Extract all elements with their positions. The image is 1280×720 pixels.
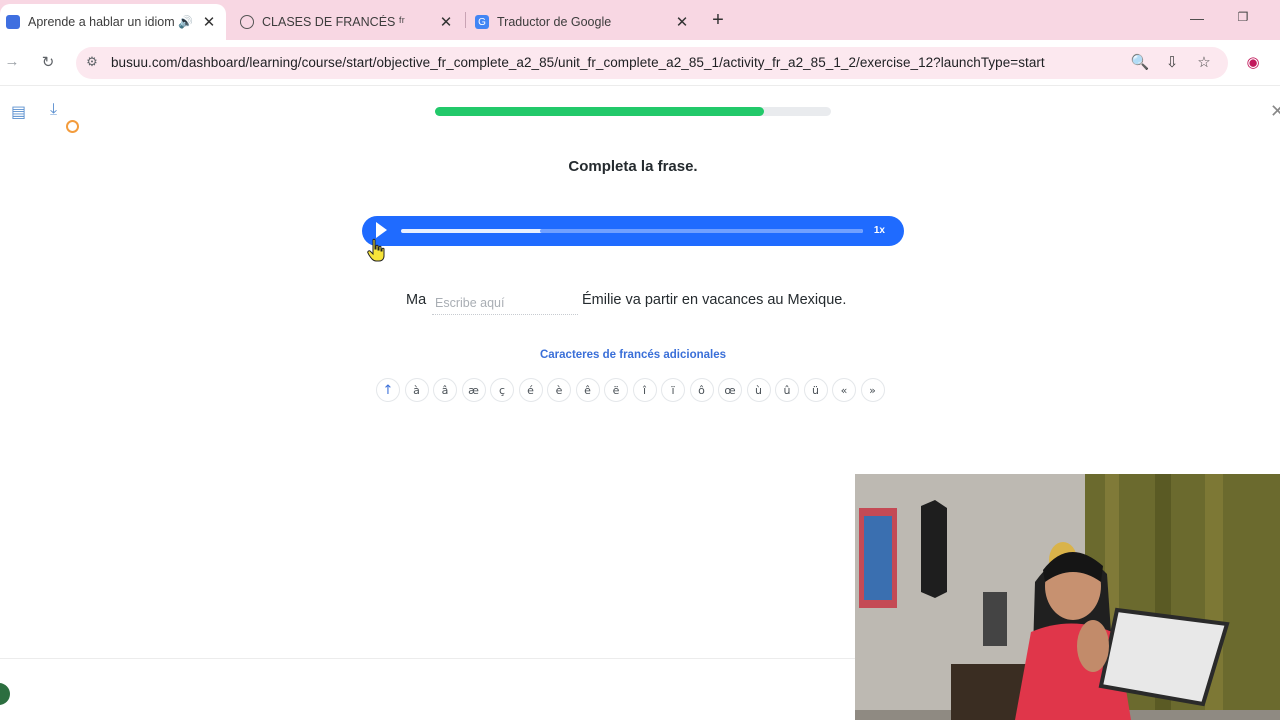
close-tab-icon[interactable]: ✕ bbox=[201, 13, 217, 31]
answer-input[interactable] bbox=[432, 291, 578, 315]
download-icon[interactable]: ⤓ bbox=[50, 101, 57, 119]
browser-toolbar: → ↻ ⚙ busuu.com/dashboard/learning/cours… bbox=[0, 40, 1280, 86]
tune-icon[interactable]: ⚙ bbox=[84, 54, 100, 70]
char-key[interactable]: ë bbox=[604, 378, 628, 402]
playback-speed-button[interactable]: 1x bbox=[874, 225, 885, 236]
chatgpt-favicon-icon bbox=[240, 15, 254, 29]
star-icon[interactable]: ☆ bbox=[1194, 53, 1214, 71]
char-key[interactable]: û bbox=[775, 378, 799, 402]
calendar-icon[interactable]: ▤ bbox=[11, 102, 26, 122]
sentence-start: Ma bbox=[406, 292, 427, 308]
tab-separator bbox=[465, 12, 466, 28]
audio-remaining bbox=[539, 229, 863, 233]
restore-icon[interactable]: ❐ bbox=[1235, 10, 1251, 24]
char-key[interactable]: ï bbox=[661, 378, 685, 402]
char-key[interactable]: ê bbox=[575, 378, 600, 402]
webcam-overlay bbox=[855, 474, 1280, 720]
extra-characters-title: Caracteres de francés adicionales bbox=[539, 349, 727, 361]
close-lesson-icon[interactable]: ✕ bbox=[1270, 101, 1280, 122]
char-key[interactable]: « bbox=[832, 378, 856, 402]
profile-icon[interactable]: ◉ bbox=[1244, 53, 1262, 71]
google-translate-favicon-icon: G bbox=[475, 15, 489, 29]
tab-clases-frances[interactable]: CLASES DE FRANCÉS ᶠʳ ✕ bbox=[240, 4, 466, 40]
char-key[interactable]: ç bbox=[490, 378, 514, 402]
lesson-progress-fill bbox=[435, 107, 764, 116]
sentence-end: Émilie va partir en vacances au Mexique. bbox=[582, 292, 847, 308]
char-key[interactable]: è bbox=[547, 378, 571, 402]
tab-title: Traductor de Google bbox=[497, 15, 612, 29]
char-key[interactable]: » bbox=[860, 378, 885, 402]
audio-player[interactable]: 1x bbox=[362, 216, 904, 246]
shift-arrow-up-icon[interactable]: ↑ bbox=[376, 378, 400, 402]
char-key[interactable]: é bbox=[518, 378, 543, 402]
char-key[interactable]: â bbox=[433, 378, 457, 402]
footer-divider bbox=[0, 658, 855, 659]
address-bar[interactable]: ⚙ busuu.com/dashboard/learning/course/st… bbox=[76, 47, 1228, 79]
tab-busuu[interactable]: Aprende a hablar un idioma 🔊 ✕ bbox=[0, 4, 226, 40]
browser-tab-strip: Aprende a hablar un idioma 🔊 ✕ CLASES DE… bbox=[0, 0, 1280, 40]
audio-progress-track[interactable] bbox=[401, 229, 863, 233]
help-chat-icon[interactable] bbox=[0, 683, 10, 705]
char-key[interactable]: ù bbox=[746, 378, 771, 402]
url-text[interactable]: busuu.com/dashboard/learning/course/star… bbox=[111, 55, 1045, 70]
play-icon[interactable] bbox=[376, 222, 387, 238]
close-tab-icon[interactable]: ✕ bbox=[674, 13, 690, 31]
close-tab-icon[interactable]: ✕ bbox=[438, 13, 454, 31]
char-key[interactable]: ü bbox=[803, 378, 828, 402]
tab-traductor[interactable]: G Traductor de Google ✕ bbox=[475, 4, 701, 40]
busuu-favicon-icon bbox=[6, 15, 20, 29]
minimize-icon[interactable]: — bbox=[1189, 10, 1205, 26]
speaker-icon[interactable]: 🔊 bbox=[178, 15, 193, 29]
tab-title: Aprende a hablar un idioma bbox=[28, 15, 174, 29]
char-key[interactable]: à bbox=[404, 378, 429, 402]
download-badge-icon bbox=[66, 120, 79, 133]
new-tab-icon[interactable]: + bbox=[709, 9, 727, 32]
char-key[interactable]: ô bbox=[689, 378, 714, 402]
arrow-left-icon[interactable]: → bbox=[3, 53, 21, 70]
tab-title: CLASES DE FRANCÉS ᶠʳ bbox=[262, 15, 405, 29]
exercise-instruction: Completa la frase. bbox=[568, 158, 698, 175]
extra-characters-keyboard: ↑ à â æ ç é è ê ë î ï ô œ ù û ü «» bbox=[376, 378, 885, 402]
install-app-icon[interactable]: ⇩ bbox=[1162, 53, 1182, 71]
magnifier-icon[interactable]: 🔍 bbox=[1130, 53, 1150, 71]
char-key[interactable]: œ bbox=[718, 378, 742, 402]
char-key[interactable]: î bbox=[632, 378, 657, 402]
char-key[interactable]: æ bbox=[461, 378, 486, 402]
lesson-progress-bar bbox=[435, 107, 831, 116]
reload-icon[interactable]: ↻ bbox=[39, 53, 57, 71]
hand-cursor-icon bbox=[367, 238, 385, 262]
